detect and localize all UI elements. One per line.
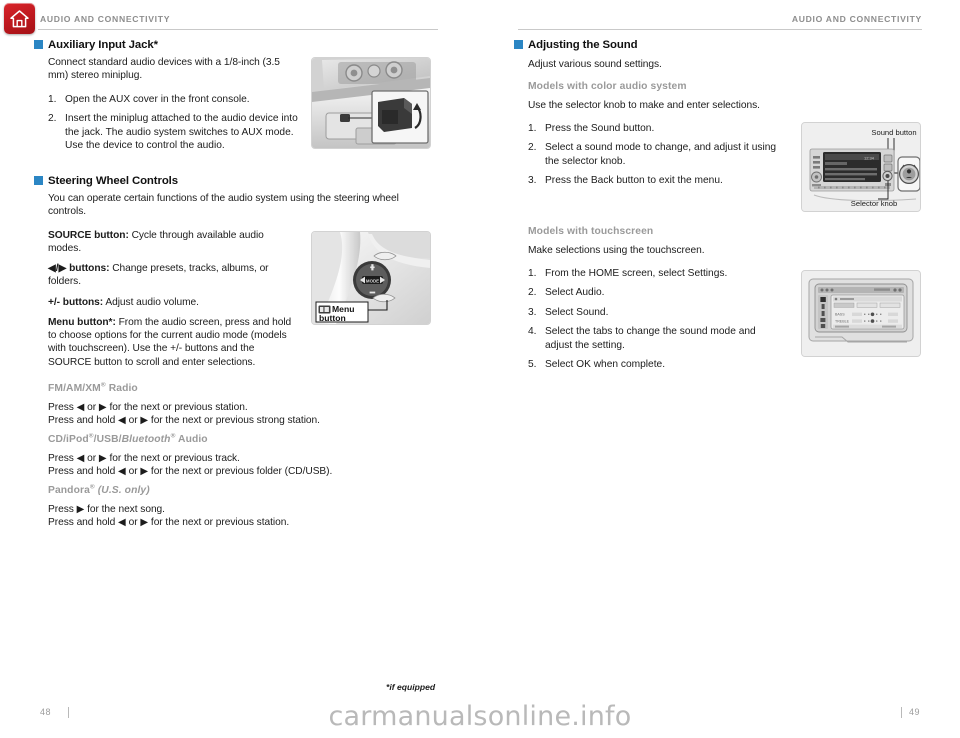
- steering-intro-text: You can operate certain functions of the…: [48, 193, 399, 218]
- running-head-right: AUDIO AND CONNECTIVITY: [791, 14, 922, 24]
- subhead-models-with-color-audio: Models with color audio system: [528, 81, 687, 92]
- color-audio-lead: Use the selector knob to make and enter …: [528, 100, 760, 111]
- list-text: Select a sound mode to change, and adjus…: [545, 142, 777, 167]
- list-text: Select OK when complete.: [545, 359, 666, 371]
- list-item: 3. Select Sound.: [528, 306, 783, 319]
- header-rule-left: [38, 29, 438, 30]
- svg-text:MODE: MODE: [366, 278, 379, 283]
- left-page: AUDIO AND CONNECTIVITY Auxiliary Input J…: [0, 0, 480, 738]
- list-item: 2. Select a sound mode to change, and ad…: [528, 141, 778, 168]
- section-bullet-icon: [34, 176, 43, 185]
- instruction-line: Press and hold ◀ or ▶ for the next or pr…: [48, 415, 320, 427]
- list-text: Open the AUX cover in the front console.: [65, 94, 250, 105]
- list-number: 3.: [528, 306, 537, 318]
- aux-intro-text: Connect standard audio devices with a 1/…: [48, 57, 280, 82]
- list-item: 5. Select OK when complete.: [528, 358, 783, 371]
- running-head-left: AUDIO AND CONNECTIVITY: [40, 14, 171, 24]
- heading-text: Auxiliary Input Jack*: [48, 39, 158, 51]
- figure-color-audio-system: Sound button 12:34 Selector knob: [801, 122, 921, 212]
- list-item: 1. Open the AUX cover in the front conso…: [48, 93, 298, 106]
- list-item: 1. From the HOME screen, select Settings…: [528, 267, 783, 280]
- svg-text:TREBLE: TREBLE: [835, 319, 850, 323]
- page-number-divider-left: [68, 707, 69, 718]
- list-text: Select Sound.: [545, 306, 609, 318]
- svg-text:Selector knob: Selector knob: [851, 199, 897, 208]
- heading-text: Adjusting the Sound: [528, 39, 638, 51]
- list-item: 1. Press the Sound button.: [528, 122, 778, 135]
- footnote-if-equipped: *if equipped: [386, 682, 436, 692]
- subhead-pandora: Pandora® (U.S. only): [48, 483, 150, 496]
- list-number: 1.: [48, 94, 57, 105]
- list-number: 4.: [528, 326, 537, 338]
- page-number-right: 49: [908, 707, 920, 717]
- list-text: Press the Back button to exit the menu.: [545, 175, 723, 187]
- touchscreen-steps-list: 1. From the HOME screen, select Settings…: [528, 267, 783, 377]
- figure-aux-jack-console: [311, 57, 431, 149]
- heading-auxiliary-input-jack: Auxiliary Input Jack*: [34, 39, 158, 51]
- page-number-left: 48: [40, 707, 52, 717]
- arrow-buttons-desc: ◀/▶ buttons: Change presets, tracks, alb…: [48, 262, 300, 288]
- source-button-label: SOURCE button:: [48, 230, 129, 241]
- list-number: 1.: [528, 268, 537, 279]
- list-number: 2.: [528, 142, 537, 154]
- list-text: Press the Sound button.: [545, 123, 655, 134]
- list-item: 2. Insert the miniplug attached to the a…: [48, 112, 298, 152]
- svg-text:12:34: 12:34: [864, 155, 875, 160]
- svg-text:button: button: [319, 313, 346, 323]
- subhead-text: FM/AM/XM® Radio: [48, 381, 138, 394]
- header-rule-right: [518, 29, 922, 30]
- menu-button-desc: Menu button*: From the audio screen, pre…: [48, 316, 298, 369]
- cd-ipod-lines: Press ◀ or ▶ for the next or previous tr…: [48, 452, 448, 478]
- list-text: From the HOME screen, select Settings.: [545, 268, 728, 279]
- subhead-cd-ipod-usb-bluetooth-audio: CD/iPod®/USB/Bluetooth® Audio: [48, 432, 208, 445]
- list-text: Select the tabs to change the sound mode…: [545, 326, 756, 351]
- volume-buttons-text: Adjust audio volume.: [103, 297, 199, 308]
- figure-steering-wheel-controls: MODE Menu button: [311, 231, 431, 325]
- home-icon[interactable]: [4, 3, 35, 34]
- volume-buttons-desc: +/- buttons: Adjust audio volume.: [48, 296, 300, 309]
- volume-buttons-label: +/- buttons:: [48, 297, 104, 308]
- source-button-desc: SOURCE button: Cycle through available a…: [48, 229, 298, 255]
- list-number: 3.: [528, 175, 537, 187]
- instruction-line: Press ▶ for the next song.: [48, 504, 165, 515]
- menu-button-label: Menu button*:: [48, 317, 116, 328]
- list-item: 4. Select the tabs to change the sound m…: [528, 325, 783, 352]
- list-number: 5.: [528, 359, 537, 371]
- page-number-divider-right: [901, 707, 902, 718]
- list-text: Select Audio.: [545, 287, 605, 299]
- list-number: 1.: [528, 123, 537, 134]
- section-bullet-icon: [514, 40, 523, 49]
- list-text: Insert the miniplug attached to the audi…: [65, 113, 298, 152]
- instruction-line: Press ◀ or ▶ for the next or previous st…: [48, 402, 248, 413]
- list-number: 2.: [48, 113, 57, 125]
- svg-text:Sound button: Sound button: [871, 128, 916, 137]
- heading-text: Steering Wheel Controls: [48, 175, 178, 187]
- instruction-line: Press ◀ or ▶ for the next or previous tr…: [48, 453, 240, 464]
- right-page: AUDIO AND CONNECTIVITY Adjusting the Sou…: [480, 0, 960, 738]
- arrow-buttons-label: ◀/▶ buttons:: [48, 263, 110, 274]
- svg-text:BASS: BASS: [835, 313, 845, 317]
- section-bullet-icon: [34, 40, 43, 49]
- list-item: 3. Press the Back button to exit the men…: [528, 174, 778, 187]
- pandora-lines: Press ▶ for the next song. Press and hol…: [48, 503, 448, 529]
- heading-steering-wheel-controls: Steering Wheel Controls: [34, 175, 178, 187]
- instruction-line: Press and hold ◀ or ▶ for the next or pr…: [48, 466, 333, 478]
- subhead-text-italic: Bluetooth: [121, 434, 171, 445]
- list-number: 2.: [528, 287, 537, 299]
- subhead-text-pre: CD/iPod®/USB/: [48, 432, 122, 445]
- touchscreen-lead: Make selections using the touchscreen.: [528, 245, 705, 256]
- color-audio-steps-list: 1. Press the Sound button. 2. Select a s…: [528, 122, 778, 194]
- fm-am-xm-lines: Press ◀ or ▶ for the next or previous st…: [48, 401, 448, 427]
- subhead-fm-am-xm-radio: FM/AM/XM® Radio: [48, 381, 138, 394]
- subhead-text-pre: Pandora®: [48, 483, 95, 496]
- instruction-line: Press and hold ◀ or ▶ for the next or pr…: [48, 517, 290, 529]
- adjusting-sound-intro: Adjust various sound settings.: [528, 59, 662, 70]
- heading-adjusting-the-sound: Adjusting the Sound: [514, 39, 638, 51]
- subhead-text-post: ® Audio: [170, 432, 208, 445]
- list-item: 2. Select Audio.: [528, 286, 783, 299]
- subhead-models-with-touchscreen: Models with touchscreen: [528, 226, 654, 237]
- aux-steps-list: 1. Open the AUX cover in the front conso…: [48, 93, 298, 159]
- figure-touchscreen-settings: BASS TREBLE: [801, 270, 921, 357]
- subhead-text-italic: (U.S. only): [97, 485, 150, 496]
